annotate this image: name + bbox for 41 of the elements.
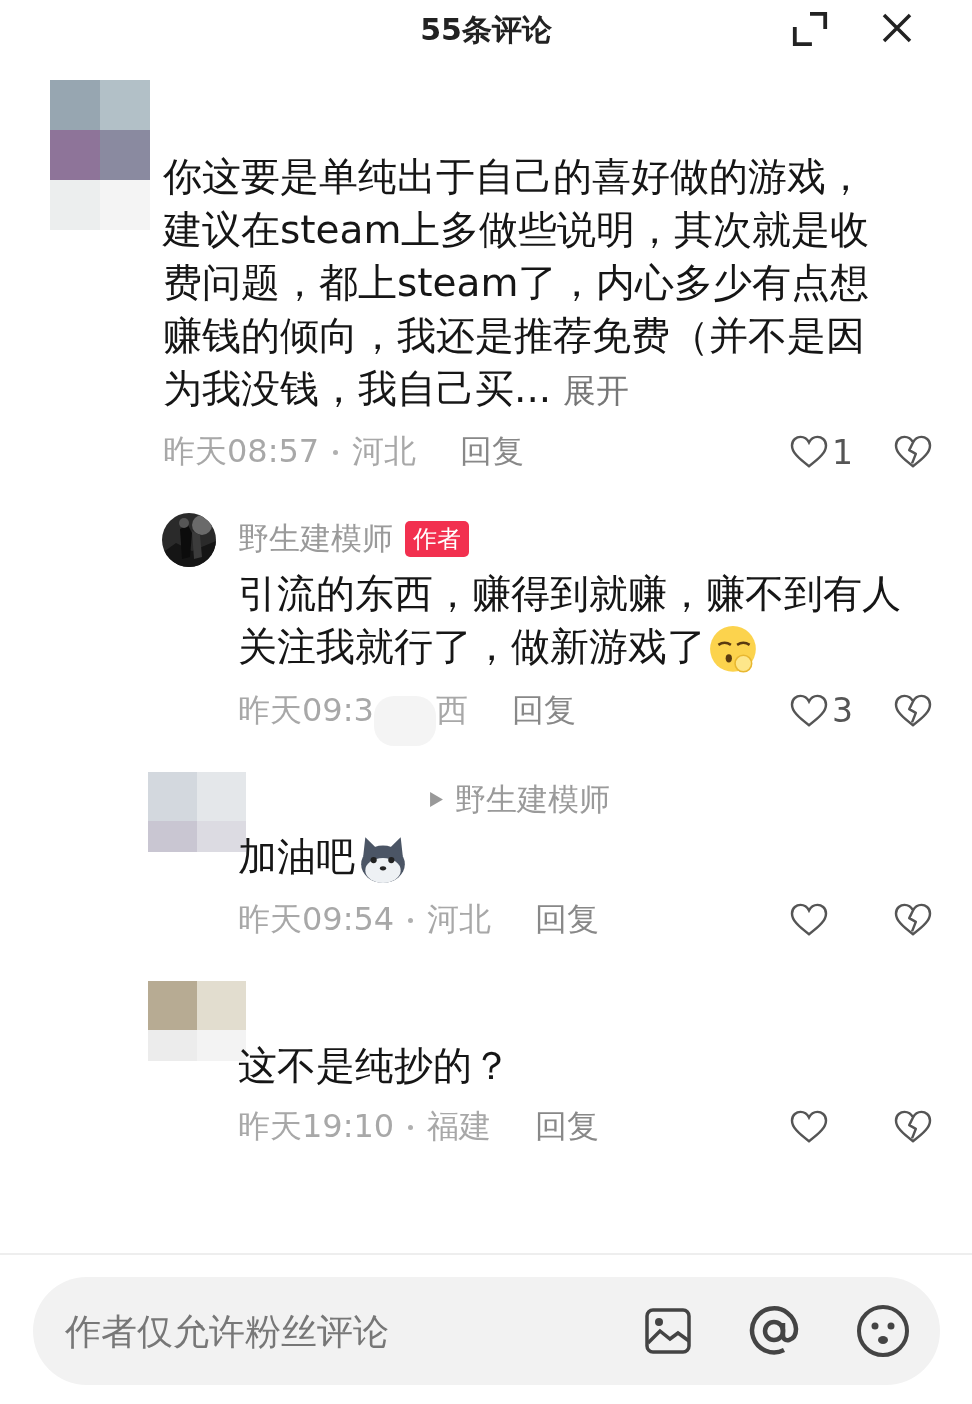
comments-title: 55条评论: [420, 10, 552, 49]
comment-location: 河北: [427, 899, 492, 940]
comment-text: 你这要是单纯出于自己的喜好做的游戏，建议在steam上多做些说明，其次就是收费问题，都上steam了，内心多少有点想赚钱的倾向，我还是推荐免费（并不是因为我没钱，我自己买... 展开: [163, 153, 871, 413]
comment-text: 引流的东西，赚得到就赚，赚不到有人关注我就行了，做新游戏了: [238, 567, 928, 676]
comment-time: 昨天08:57: [163, 431, 320, 472]
reply-link[interactable]: 回复: [535, 898, 600, 942]
separator-dot: [408, 1124, 414, 1130]
separator-dot: [408, 917, 414, 923]
comment-input[interactable]: 作者仅允许粉丝评论: [63, 1309, 588, 1353]
comment-text: 这不是纯抄的？: [238, 1042, 512, 1090]
separator-dot: [333, 449, 339, 455]
image-icon[interactable]: [644, 1307, 692, 1355]
heart-icon[interactable]: [790, 435, 828, 469]
close-icon[interactable]: [881, 12, 913, 44]
comment-location: 河北: [352, 431, 417, 472]
comment-time: 昨天19:10: [238, 1106, 395, 1147]
emoji-icon[interactable]: [856, 1304, 910, 1358]
expand-link[interactable]: 展开: [563, 371, 630, 410]
broken-heart-icon[interactable]: [894, 903, 932, 937]
reply-link[interactable]: 回复: [535, 1105, 600, 1149]
broken-heart-icon[interactable]: [894, 435, 932, 469]
author-name[interactable]: 野生建模师: [238, 518, 393, 560]
mention-icon[interactable]: [748, 1305, 800, 1357]
expand-icon[interactable]: [791, 10, 829, 48]
broken-heart-icon[interactable]: [894, 693, 932, 728]
comment-text: 加油吧: [238, 829, 928, 885]
heart-icon[interactable]: [790, 1110, 828, 1144]
like-count: 1: [832, 432, 853, 472]
comment-location: 西: [435, 689, 468, 731]
heart-icon[interactable]: [790, 903, 828, 937]
comment-location: 福建: [427, 1106, 492, 1147]
comment-time: 昨天09:54: [238, 899, 395, 940]
reply-link[interactable]: 回复: [460, 430, 525, 474]
reply-link[interactable]: 回复: [511, 688, 576, 733]
author-badge: 作者: [405, 521, 469, 557]
broken-heart-icon[interactable]: [894, 1110, 932, 1144]
reply-to-name[interactable]: 野生建模师: [455, 778, 610, 821]
reply-arrow-icon: [430, 792, 443, 807]
like-count: 3: [832, 691, 853, 730]
comment-time: 昨天09:3: [238, 689, 374, 731]
heart-icon[interactable]: [790, 693, 828, 728]
